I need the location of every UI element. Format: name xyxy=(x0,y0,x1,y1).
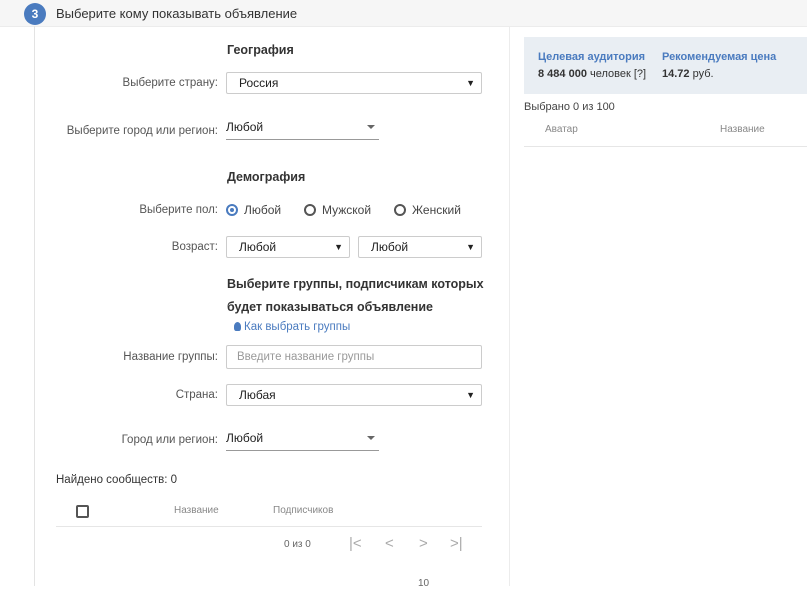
column-header-name[interactable]: Название xyxy=(174,505,219,516)
column-header-group-name: Название xyxy=(720,124,765,135)
radio-unchecked-icon xyxy=(304,204,316,216)
price-unit: руб. xyxy=(692,68,714,80)
last-page-icon[interactable]: >| xyxy=(450,535,463,552)
gender-radio-male[interactable]: Мужской xyxy=(304,203,371,217)
help-link-text: Как выбрать группы xyxy=(244,321,351,333)
prev-page-icon[interactable]: < xyxy=(385,535,394,552)
country-label: Выберите страну: xyxy=(122,77,218,89)
group-city-label: Город или регион: xyxy=(121,434,218,446)
city-label: Выберите город или регион: xyxy=(66,125,218,137)
dropdown-arrow-icon: ▼ xyxy=(466,390,475,400)
selected-groups-count: Выбрано 0 из 100 xyxy=(524,101,615,113)
demography-title: Демография xyxy=(227,170,306,184)
age-from-value: Любой xyxy=(239,240,277,254)
country-select[interactable]: Россия ▼ xyxy=(226,72,482,94)
caret-down-icon xyxy=(367,436,375,440)
group-name-input[interactable] xyxy=(226,345,482,369)
gender-option-label: Мужской xyxy=(322,203,372,217)
found-communities-count: Найдено сообществ: 0 xyxy=(56,474,178,486)
table-divider xyxy=(56,526,482,527)
step-connector-line xyxy=(34,26,35,586)
pager-range: 0 из 0 xyxy=(284,539,311,550)
gender-label: Выберите пол: xyxy=(139,204,218,216)
select-all-checkbox[interactable] xyxy=(76,505,89,518)
first-page-icon[interactable]: |< xyxy=(349,535,362,552)
recommended-price-value: 14.72 руб. xyxy=(662,68,714,80)
target-audience-value: 8 484 000 человек [?] xyxy=(538,68,647,80)
age-to-select[interactable]: Любой ▼ xyxy=(358,236,482,258)
step-title: Выберите кому показывать объявление xyxy=(56,6,298,21)
age-from-select[interactable]: Любой ▼ xyxy=(226,236,350,258)
gender-option-label: Женский xyxy=(412,203,461,217)
dropdown-arrow-icon: ▼ xyxy=(466,78,475,88)
group-city-value: Любой xyxy=(226,431,264,445)
gender-radio-female[interactable]: Женский xyxy=(394,203,461,217)
gender-option-label: Любой xyxy=(244,203,282,217)
group-name-label: Название группы: xyxy=(123,351,218,363)
group-country-value: Любая xyxy=(239,388,276,402)
dropdown-arrow-icon: ▼ xyxy=(334,242,343,252)
city-select-value: Любой xyxy=(226,120,264,134)
geography-title: География xyxy=(227,43,294,57)
column-header-avatar: Аватар xyxy=(545,124,578,135)
page-size-value[interactable]: 10 xyxy=(418,578,429,589)
lightbulb-icon xyxy=(234,322,241,331)
age-to-value: Любой xyxy=(371,240,409,254)
city-select[interactable]: Любой xyxy=(226,120,379,140)
gender-radio-any[interactable]: Любой xyxy=(226,203,281,217)
target-audience-header: Целевая аудитория xyxy=(538,51,646,63)
group-country-select[interactable]: Любая ▼ xyxy=(226,384,482,406)
radio-unchecked-icon xyxy=(394,204,406,216)
next-page-icon[interactable]: > xyxy=(419,535,428,552)
column-header-subscribers[interactable]: Подписчиков xyxy=(273,505,333,516)
step-header: 3 Выберите кому показывать объявление xyxy=(0,0,807,27)
group-city-select[interactable]: Любой xyxy=(226,431,379,451)
recommended-price-header: Рекомендуемая цена xyxy=(662,51,777,63)
dropdown-arrow-icon: ▼ xyxy=(466,242,475,252)
age-label: Возраст: xyxy=(171,241,218,253)
caret-down-icon xyxy=(367,125,375,129)
country-select-value: Россия xyxy=(239,76,279,90)
step-number-badge: 3 xyxy=(24,3,46,25)
selected-table-divider xyxy=(524,146,807,147)
audience-summary-panel: Целевая аудитория 8 484 000 человек [?] … xyxy=(524,37,807,94)
group-country-label: Страна: xyxy=(175,389,218,401)
column-divider xyxy=(509,26,510,586)
how-to-choose-groups-link[interactable]: Как выбрать группы xyxy=(234,321,350,333)
groups-title-line1: Выберите группы, подписчикам которых xyxy=(227,277,484,291)
target-audience-unit[interactable]: человек [?] xyxy=(590,68,646,80)
radio-checked-icon xyxy=(226,204,238,216)
groups-title-line2: будет показываться объявление xyxy=(227,300,433,314)
